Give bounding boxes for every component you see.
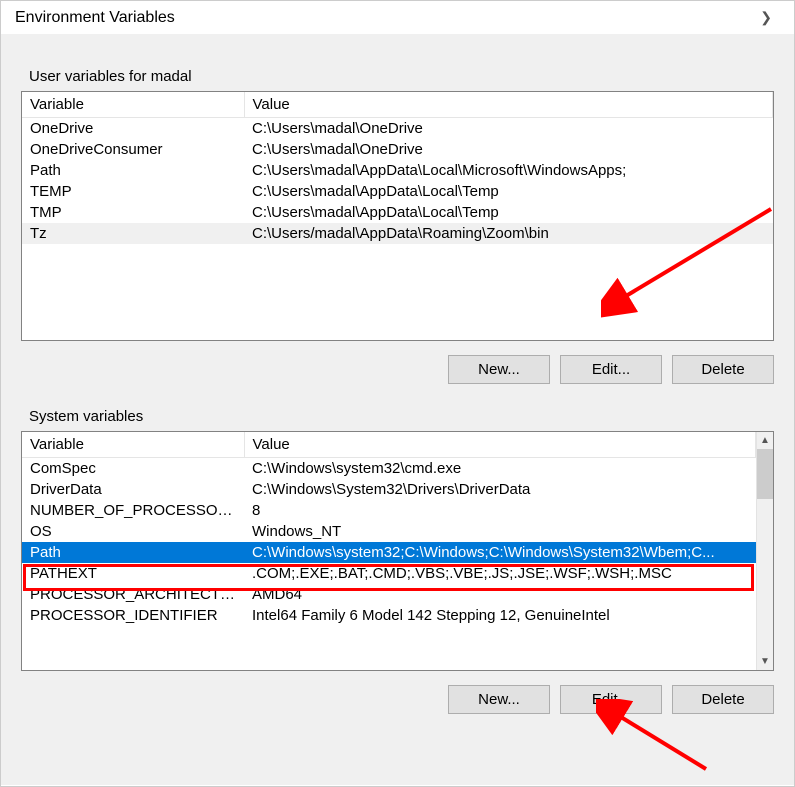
scroll-up-icon[interactable]: ▲ <box>757 432 773 449</box>
table-row[interactable]: OneDriveC:\Users\madal\OneDrive <box>22 118 773 140</box>
system-variables-table: Variable Value ComSpecC:\Windows\system3… <box>21 431 774 671</box>
cell-var: OneDrive <box>22 118 244 140</box>
cell-var: ComSpec <box>22 458 244 480</box>
cell-val: Intel64 Family 6 Model 142 Stepping 12, … <box>244 605 756 626</box>
new-button[interactable]: New... <box>448 355 550 384</box>
cell-val: C:\Users/madal\AppData\Roaming\Zoom\bin <box>244 223 773 244</box>
table-row[interactable]: OneDriveConsumerC:\Users\madal\OneDrive <box>22 139 773 160</box>
cell-val: Windows_NT <box>244 521 756 542</box>
table-row[interactable]: TMPC:\Users\madal\AppData\Local\Temp <box>22 202 773 223</box>
cell-var: Path <box>22 542 244 563</box>
cell-val: C:\Users\madal\AppData\Local\Temp <box>244 202 773 223</box>
table-row[interactable]: TEMPC:\Users\madal\AppData\Local\Temp <box>22 181 773 202</box>
cell-var: DriverData <box>22 479 244 500</box>
table-row[interactable]: ComSpecC:\Windows\system32\cmd.exe <box>22 458 756 480</box>
cell-val: C:\Users\madal\OneDrive <box>244 139 773 160</box>
cell-var: OneDriveConsumer <box>22 139 244 160</box>
cell-val: C:\Windows\System32\Drivers\DriverData <box>244 479 756 500</box>
delete-button[interactable]: Delete <box>672 355 774 384</box>
table-row[interactable]: OSWindows_NT <box>22 521 756 542</box>
user-buttons: New... Edit... Delete <box>21 355 774 384</box>
cell-var: Path <box>22 160 244 181</box>
cell-val: .COM;.EXE;.BAT;.CMD;.VBS;.VBE;.JS;.JSE;.… <box>244 563 756 584</box>
table-row[interactable]: PathC:\Users\madal\AppData\Local\Microso… <box>22 160 773 181</box>
cell-val: C:\Windows\system32;C:\Windows;C:\Window… <box>244 542 756 563</box>
cell-var: PATHEXT <box>22 563 244 584</box>
cell-val: C:\Users\madal\AppData\Local\Microsoft\W… <box>244 160 773 181</box>
table-row[interactable]: NUMBER_OF_PROCESSORS8 <box>22 500 756 521</box>
edit-button[interactable]: Edit... <box>560 685 662 714</box>
scrollbar[interactable]: ▲ ▼ <box>756 432 773 670</box>
content-area: User variables for madal Variable Value … <box>1 34 794 785</box>
edit-button[interactable]: Edit... <box>560 355 662 384</box>
cell-val: AMD64 <box>244 584 756 605</box>
delete-button[interactable]: Delete <box>672 685 774 714</box>
table-row[interactable]: PROCESSOR_IDENTIFIERIntel64 Family 6 Mod… <box>22 605 756 626</box>
scrollbar-thumb[interactable] <box>757 449 773 499</box>
system-variables-label: System variables <box>29 408 774 425</box>
table-row[interactable]: PATHEXT.COM;.EXE;.BAT;.CMD;.VBS;.VBE;.JS… <box>22 563 756 584</box>
user-variables-label: User variables for madal <box>29 68 774 85</box>
chevron-right-icon[interactable]: ❯ <box>752 7 780 28</box>
cell-var: PROCESSOR_IDENTIFIER <box>22 605 244 626</box>
table-header-row: Variable Value <box>22 92 773 118</box>
column-header-variable[interactable]: Variable <box>22 432 244 458</box>
table-row-selected[interactable]: PathC:\Windows\system32;C:\Windows;C:\Wi… <box>22 542 756 563</box>
cell-val: 8 <box>244 500 756 521</box>
column-header-value[interactable]: Value <box>244 432 756 458</box>
table-header-row: Variable Value <box>22 432 756 458</box>
table-row-selected[interactable]: TzC:\Users/madal\AppData\Roaming\Zoom\bi… <box>22 223 773 244</box>
cell-var: OS <box>22 521 244 542</box>
cell-var: TEMP <box>22 181 244 202</box>
cell-var: TMP <box>22 202 244 223</box>
user-variables-table: Variable Value OneDriveC:\Users\madal\On… <box>21 91 774 341</box>
cell-var: Tz <box>22 223 244 244</box>
window-title: Environment Variables <box>15 9 175 27</box>
column-header-value[interactable]: Value <box>244 92 773 118</box>
cell-val: C:\Users\madal\AppData\Local\Temp <box>244 181 773 202</box>
cell-var: PROCESSOR_ARCHITECTURE <box>22 584 244 605</box>
cell-var: NUMBER_OF_PROCESSORS <box>22 500 244 521</box>
environment-variables-window: Environment Variables ❯ User variables f… <box>0 0 795 787</box>
system-buttons: New... Edit... Delete <box>21 685 774 714</box>
cell-val: C:\Users\madal\OneDrive <box>244 118 773 140</box>
titlebar: Environment Variables ❯ <box>1 1 794 34</box>
scroll-down-icon[interactable]: ▼ <box>757 653 773 670</box>
table-row[interactable]: PROCESSOR_ARCHITECTUREAMD64 <box>22 584 756 605</box>
table-row[interactable]: DriverDataC:\Windows\System32\Drivers\Dr… <box>22 479 756 500</box>
cell-val: C:\Windows\system32\cmd.exe <box>244 458 756 480</box>
new-button[interactable]: New... <box>448 685 550 714</box>
column-header-variable[interactable]: Variable <box>22 92 244 118</box>
